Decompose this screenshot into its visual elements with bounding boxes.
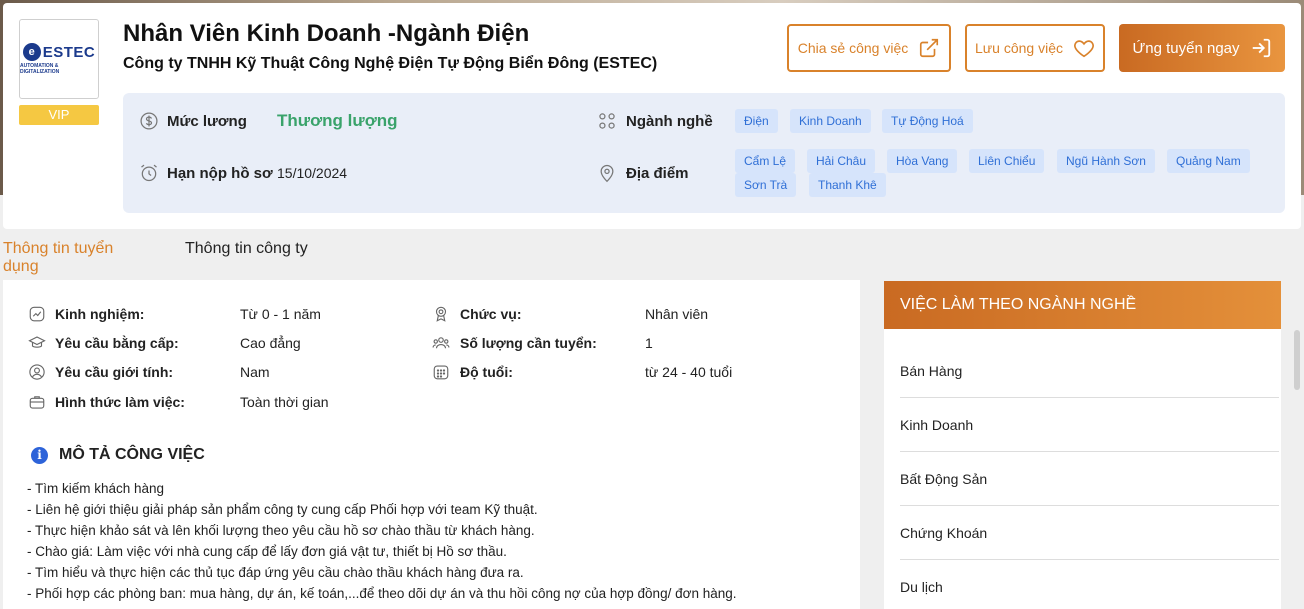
location-tag[interactable]: Ngũ Hành Sơn bbox=[1057, 149, 1155, 173]
location-tag[interactable]: Quảng Nam bbox=[1167, 149, 1250, 173]
gender-label: Yêu cầu giới tính: bbox=[55, 364, 174, 380]
sidebar-item-sales[interactable]: Bán Hàng bbox=[900, 344, 1279, 398]
sidebar-scrollbar[interactable] bbox=[1294, 330, 1300, 390]
location-tag[interactable]: Cẩm Lệ bbox=[735, 149, 796, 173]
description-line: - Chào giá: Làm việc với nhà cung cấp để… bbox=[27, 544, 507, 559]
job-title: Nhân Viên Kinh Doanh -Ngành Điện bbox=[123, 20, 530, 47]
industry-tag[interactable]: Kinh Doanh bbox=[790, 109, 871, 133]
apply-button-label: Ứng tuyển ngay bbox=[1132, 39, 1240, 57]
arrow-right-icon bbox=[1252, 38, 1270, 58]
location-tag[interactable]: Hải Châu bbox=[807, 149, 876, 173]
degree-value: Cao đẳng bbox=[240, 335, 301, 351]
content-tabs: Thông tin tuyển dụng Thông tin công ty bbox=[0, 240, 860, 288]
graduation-cap-icon bbox=[28, 336, 46, 348]
logo-subtitle: AUTOMATION & DIGITALIZATION bbox=[20, 63, 60, 75]
company-name[interactable]: Công ty TNHH Kỹ Thuật Công Nghệ Điện Tự … bbox=[123, 55, 657, 73]
sidebar-title: VIỆC LÀM THEO NGÀNH NGHỀ bbox=[884, 281, 1281, 329]
age-value: từ 24 - 40 tuổi bbox=[645, 364, 733, 380]
position-label: Chức vụ: bbox=[460, 306, 522, 322]
grid-icon bbox=[599, 113, 615, 129]
location-tag[interactable]: Hòa Vang bbox=[887, 149, 958, 173]
description-line: - Phối hợp các phòng ban: mua hàng, dự á… bbox=[27, 586, 737, 601]
location-pin-icon bbox=[600, 164, 614, 183]
gender-value: Nam bbox=[240, 364, 270, 380]
location-label: Địa điểm bbox=[626, 165, 689, 182]
calendar-icon bbox=[433, 365, 449, 380]
users-group-icon bbox=[432, 337, 450, 349]
sidebar-item-securities[interactable]: Chứng Khoán bbox=[900, 506, 1279, 560]
vip-badge: VIP bbox=[19, 105, 99, 125]
job-header-card: e ESTEC AUTOMATION & DIGITALIZATION VIP … bbox=[3, 3, 1301, 229]
heart-icon bbox=[1074, 40, 1094, 58]
company-logo[interactable]: e ESTEC AUTOMATION & DIGITALIZATION bbox=[19, 19, 99, 99]
experience-label: Kinh nghiệm: bbox=[55, 306, 145, 322]
location-tag[interactable]: Thanh Khê bbox=[809, 173, 886, 197]
degree-label: Yêu cầu bằng cấp: bbox=[55, 335, 179, 351]
worktype-value: Toàn thời gian bbox=[240, 394, 329, 410]
salary-value: Thương lượng bbox=[277, 111, 398, 130]
position-value: Nhân viên bbox=[645, 306, 709, 322]
save-job-button[interactable]: Lưu công việc bbox=[965, 24, 1105, 72]
medal-icon bbox=[435, 306, 447, 322]
job-info-panel: Mức lương Thương lượng Hạn nộp hồ sơ 15/… bbox=[123, 93, 1285, 213]
industry-tag[interactable]: Điện bbox=[735, 109, 778, 133]
dollar-icon bbox=[140, 112, 158, 130]
external-link-icon bbox=[920, 38, 939, 58]
jobs-by-industry-sidebar: VIỆC LÀM THEO NGÀNH NGHỀ Bán Hàng Kinh D… bbox=[884, 281, 1281, 609]
logo-mark: e ESTEC bbox=[22, 43, 96, 61]
description-line: - Thực hiện khảo sát và lên khối lượng t… bbox=[27, 523, 535, 538]
job-description: - Tìm kiếm khách hàng - Liên hệ giới thi… bbox=[27, 478, 736, 604]
description-line: - Liên hệ giới thiệu giải pháp sản phẩm … bbox=[27, 502, 538, 517]
logo-text: ESTEC bbox=[42, 43, 96, 61]
info-icon: i bbox=[31, 447, 48, 464]
briefcase-icon bbox=[29, 396, 45, 409]
headcount-label: Số lượng cần tuyển: bbox=[460, 335, 597, 351]
user-circle-icon bbox=[29, 364, 45, 380]
location-tag[interactable]: Sơn Trà bbox=[735, 173, 797, 197]
share-job-button[interactable]: Chia sẻ công việc bbox=[787, 24, 951, 72]
industry-tag[interactable]: Tự Động Hoá bbox=[882, 109, 973, 133]
headcount-value: 1 bbox=[645, 335, 653, 351]
share-button-label: Chia sẻ công việc bbox=[797, 40, 909, 56]
location-tag[interactable]: Liên Chiểu bbox=[969, 149, 1045, 173]
deadline-value: 15/10/2024 bbox=[277, 165, 348, 181]
logo-circle-icon: e bbox=[22, 43, 41, 61]
salary-label: Mức lương bbox=[167, 113, 247, 130]
experience-value: Từ 0 - 1 năm bbox=[240, 306, 321, 322]
job-description-title: MÔ TẢ CÔNG VIỆC bbox=[59, 446, 205, 463]
tab-company-info[interactable]: Thông tin công ty bbox=[185, 240, 308, 268]
deadline-label: Hạn nộp hồ sơ bbox=[167, 165, 273, 182]
chart-trend-icon bbox=[29, 306, 45, 322]
industry-label: Ngành nghề bbox=[626, 113, 713, 130]
save-button-label: Lưu công việc bbox=[975, 40, 1063, 56]
job-detail-panel: Kinh nghiệm: Từ 0 - 1 năm Yêu cầu bằng c… bbox=[3, 280, 860, 609]
apply-now-button[interactable]: Ứng tuyển ngay bbox=[1119, 24, 1285, 72]
sidebar-item-travel[interactable]: Du lịch bbox=[900, 560, 1279, 609]
worktype-label: Hình thức làm việc: bbox=[55, 394, 185, 410]
sidebar-item-business[interactable]: Kinh Doanh bbox=[900, 398, 1279, 452]
alarm-clock-icon bbox=[141, 164, 157, 182]
sidebar-item-real-estate[interactable]: Bất Động Sản bbox=[900, 452, 1279, 506]
description-line: - Tìm kiếm khách hàng bbox=[27, 481, 165, 496]
age-label: Độ tuổi: bbox=[460, 364, 513, 380]
description-line: - Tìm hiểu và thực hiện các thủ tục đáp … bbox=[27, 565, 524, 580]
